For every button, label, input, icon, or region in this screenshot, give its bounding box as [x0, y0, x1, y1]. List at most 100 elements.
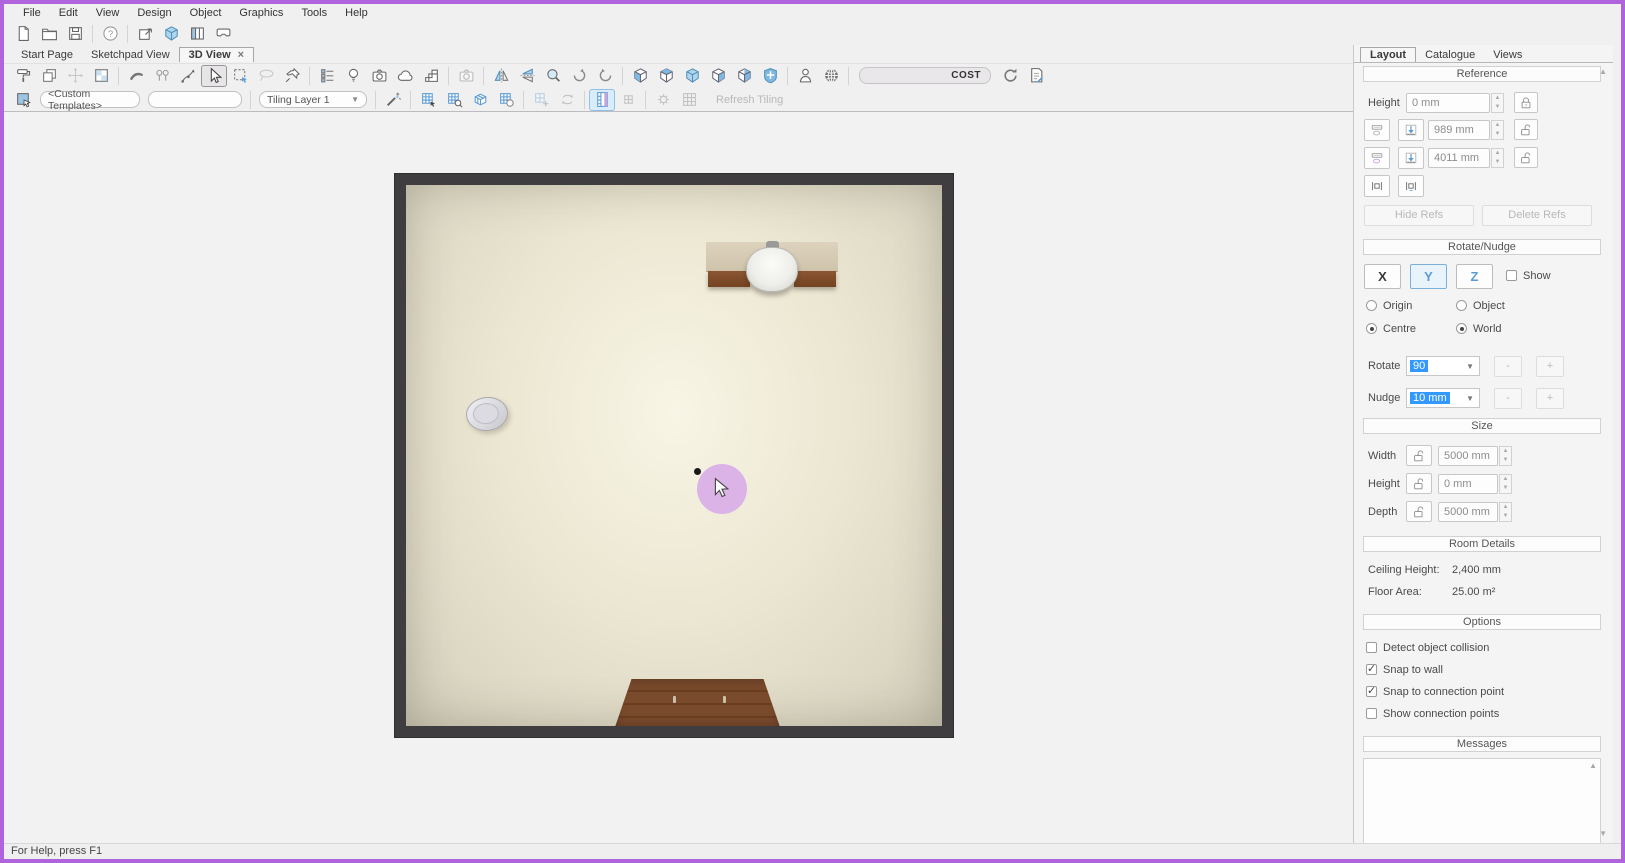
reference-1-field[interactable]: 989 mm	[1428, 120, 1490, 140]
height-lock-button[interactable]: ?	[1514, 92, 1538, 113]
tab-layout[interactable]: Layout	[1360, 47, 1416, 62]
toilet[interactable]	[464, 395, 509, 433]
rotate-ccw-icon[interactable]	[592, 65, 618, 87]
menu-file[interactable]: File	[14, 7, 50, 19]
view-cube-right-icon[interactable]	[731, 65, 757, 87]
centre-radio[interactable]: Centre	[1366, 323, 1416, 335]
rotate-combo[interactable]: 90 ▼	[1406, 356, 1480, 376]
paint-roller-icon[interactable]	[10, 65, 36, 87]
tab-catalogue[interactable]: Catalogue	[1416, 48, 1484, 62]
reference-drop-2-button[interactable]	[1398, 147, 1424, 169]
size-height-lock-button[interactable]	[1406, 473, 1432, 494]
option-snap-to-wall[interactable]: Snap to wall	[1366, 664, 1504, 678]
width-field[interactable]: 5000 mm	[1438, 446, 1498, 466]
user-icon[interactable]	[792, 65, 818, 87]
tile-area-icon[interactable]	[493, 89, 519, 111]
messages-scroll-up-icon[interactable]: ▲	[1589, 761, 1597, 770]
menu-view[interactable]: View	[87, 7, 129, 19]
origin-radio-circle[interactable]	[1366, 300, 1377, 311]
reference-extents-button[interactable]	[1364, 175, 1390, 197]
nudge-minus-button[interactable]: -	[1494, 388, 1522, 409]
duplicate-icon[interactable]	[36, 65, 62, 87]
axis-x-button[interactable]: X	[1364, 264, 1401, 289]
help-icon[interactable]: ?	[97, 23, 123, 45]
reference-plane-2-button[interactable]	[1364, 147, 1390, 169]
tab-start-page[interactable]: Start Page	[12, 48, 82, 62]
tile-inspect-icon[interactable]	[441, 89, 467, 111]
depth-field[interactable]: 5000 mm	[1438, 502, 1498, 522]
select-cursor-icon[interactable]	[201, 65, 227, 87]
centre-radio-circle[interactable]	[1366, 323, 1377, 334]
path-icon[interactable]	[175, 65, 201, 87]
auto-tile-wand-icon[interactable]	[380, 89, 406, 111]
show-checkbox-box[interactable]	[1506, 270, 1517, 281]
axis-y-button[interactable]: Y	[1410, 264, 1447, 289]
view-cube-top-icon[interactable]	[653, 65, 679, 87]
tile-room-icon[interactable]	[467, 89, 493, 111]
view-3d-icon[interactable]	[158, 23, 184, 45]
size-height-spinner[interactable]: ▲▼	[1499, 474, 1512, 494]
texture-icon[interactable]	[88, 65, 114, 87]
cost-field[interactable]: COST	[859, 67, 991, 84]
vanity-cabinet-right[interactable]	[794, 271, 836, 287]
menu-object[interactable]: Object	[181, 7, 231, 19]
world-radio[interactable]: World	[1456, 323, 1502, 335]
cloud-icon[interactable]	[392, 65, 418, 87]
3d-viewport[interactable]	[4, 111, 1353, 843]
size-section-header[interactable]: Size	[1363, 418, 1601, 434]
open-file-icon[interactable]	[36, 23, 62, 45]
tab-3d-view[interactable]: 3D View×	[179, 47, 254, 62]
rotate-plus-button[interactable]: +	[1536, 356, 1564, 377]
menu-help[interactable]: Help	[336, 7, 377, 19]
depth-lock-button[interactable]	[1406, 501, 1432, 522]
reference-plane-1-button[interactable]	[1364, 119, 1390, 141]
object-list-icon[interactable]	[314, 65, 340, 87]
room-plan-view[interactable]	[395, 174, 953, 737]
view-cube-iso-icon[interactable]	[679, 65, 705, 87]
nudge-combo[interactable]: 10 mm ▼	[1406, 388, 1480, 408]
floor-vanity-unit[interactable]	[615, 679, 780, 726]
wall-hung-basin[interactable]	[746, 247, 798, 292]
elevation-view-icon[interactable]	[184, 23, 210, 45]
depth-spinner[interactable]: ▲▼	[1499, 502, 1512, 522]
export-view-icon[interactable]	[132, 23, 158, 45]
nudge-plus-button[interactable]: +	[1536, 388, 1564, 409]
object-radio-circle[interactable]	[1456, 300, 1467, 311]
rotate-minus-button[interactable]: -	[1494, 356, 1522, 377]
checkbox[interactable]	[1366, 708, 1377, 719]
hide-refs-button[interactable]: Hide Refs	[1364, 205, 1474, 226]
view-cube-all-icon[interactable]	[757, 65, 783, 87]
room-floor[interactable]	[406, 185, 942, 726]
flip-vertical-icon[interactable]	[514, 65, 540, 87]
world-radio-circle[interactable]	[1456, 323, 1467, 334]
template-search-input[interactable]	[148, 91, 242, 108]
reference-drop-1-button[interactable]	[1398, 119, 1424, 141]
reference-1-spinner[interactable]: ▲▼	[1491, 120, 1504, 140]
vr-view-icon[interactable]	[210, 23, 236, 45]
new-document-icon[interactable]	[10, 23, 36, 45]
menu-tools[interactable]: Tools	[292, 7, 336, 19]
tile-region-select-icon[interactable]	[10, 89, 36, 111]
vanity-cabinet-left[interactable]	[708, 271, 750, 287]
cost-report-icon[interactable]	[1023, 65, 1049, 87]
pin-icon[interactable]	[279, 65, 305, 87]
reference-section-header[interactable]: Reference	[1363, 66, 1601, 82]
checkbox[interactable]	[1366, 642, 1377, 653]
object-radio[interactable]: Object	[1456, 300, 1505, 312]
reference-2-field[interactable]: 4011 mm	[1428, 148, 1490, 168]
option-show-connection-points[interactable]: Show connection points	[1366, 708, 1504, 722]
view-cube-front-icon[interactable]	[627, 65, 653, 87]
view-cube-back-icon[interactable]	[705, 65, 731, 87]
option-detect-object-collision[interactable]: Detect object collision	[1366, 642, 1504, 656]
save-icon[interactable]	[62, 23, 88, 45]
delete-refs-button[interactable]: Delete Refs	[1482, 205, 1592, 226]
reference-height-field[interactable]: 0 mm	[1406, 93, 1490, 113]
checkbox[interactable]	[1366, 686, 1377, 697]
axis-z-button[interactable]: Z	[1456, 264, 1493, 289]
origin-radio[interactable]: Origin	[1366, 300, 1412, 312]
zoom-region-icon[interactable]	[540, 65, 566, 87]
tab-sketchpad-view[interactable]: Sketchpad View	[82, 48, 179, 62]
reference-1-lock-button[interactable]	[1514, 119, 1538, 140]
reference-extents-2-button[interactable]	[1398, 175, 1424, 197]
custom-templates-select[interactable]: <Custom Templates>	[40, 91, 140, 108]
